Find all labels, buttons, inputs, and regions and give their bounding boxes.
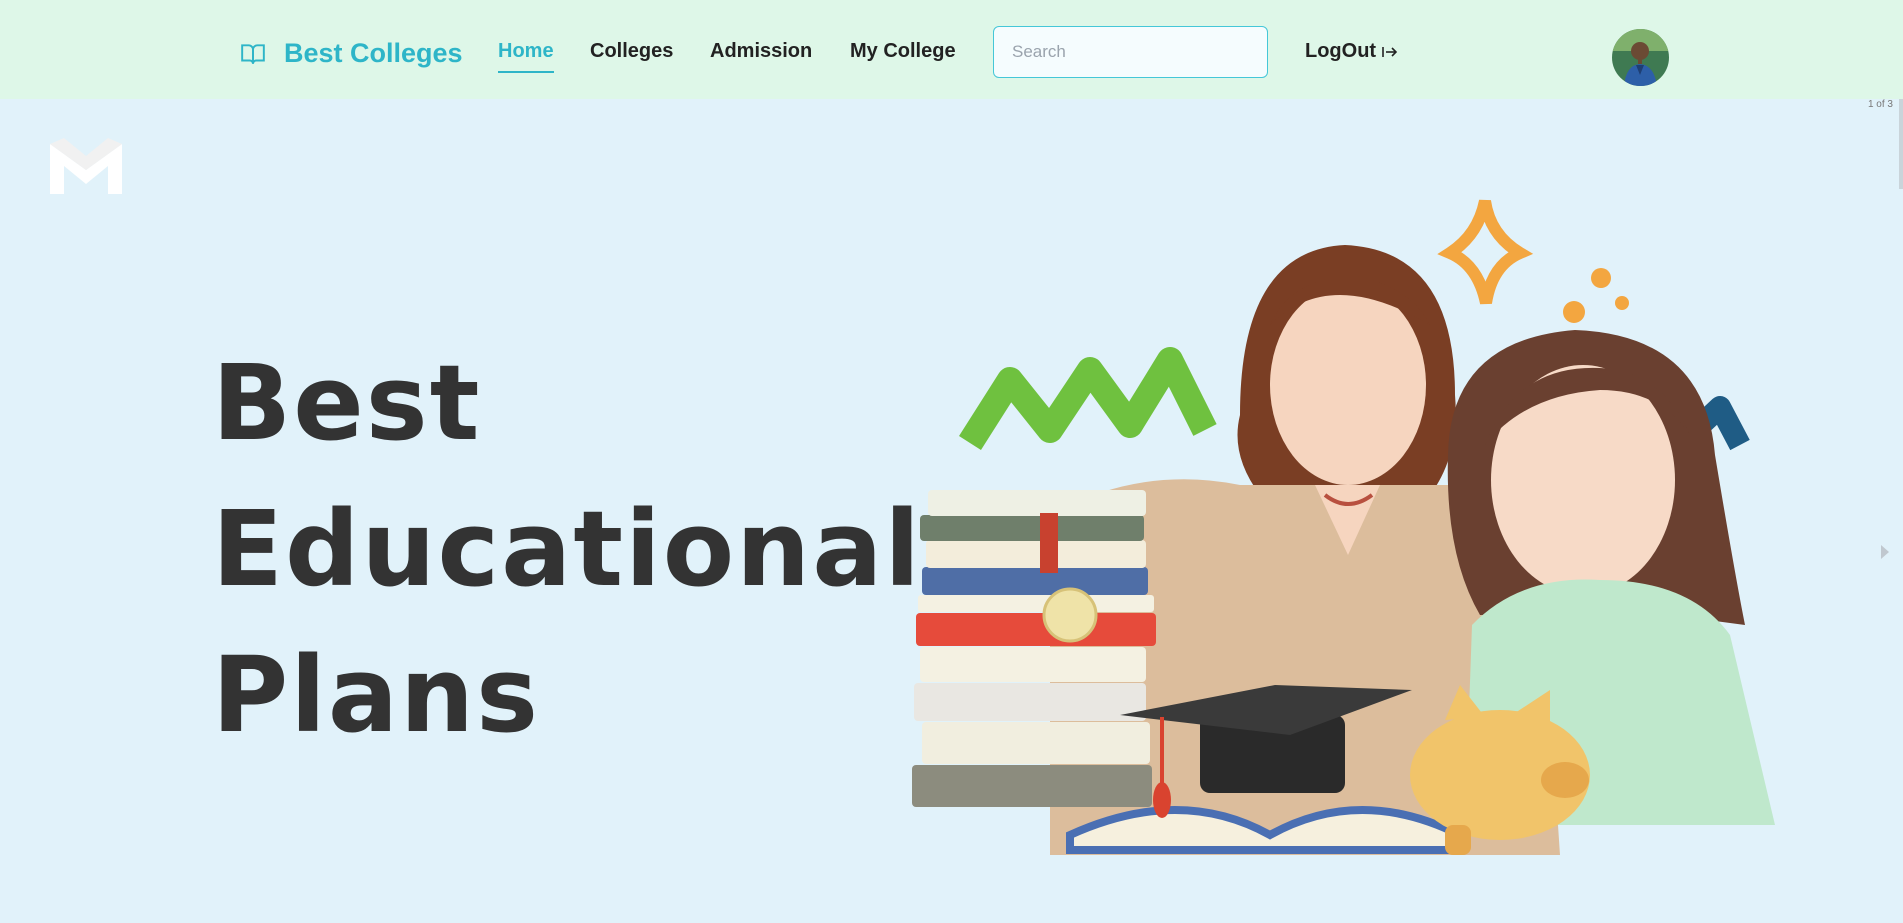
green-zigzag-decoration xyxy=(959,347,1217,450)
hero-illustration xyxy=(912,199,1775,855)
hero-title-line-2: Educational xyxy=(212,488,923,610)
slide-counter: 1 of 3 xyxy=(1867,99,1893,110)
scrollbar[interactable] xyxy=(1899,99,1903,189)
hero-title: Best Educational Plans xyxy=(212,330,922,768)
hero-title-line-3: Plans xyxy=(212,634,540,756)
hero-title-line-1: Best xyxy=(212,342,482,464)
nav-link-home[interactable]: Home xyxy=(498,40,554,63)
search-input[interactable] xyxy=(993,26,1268,78)
book-open-icon xyxy=(241,43,265,64)
logout-button[interactable]: LogOut xyxy=(1305,40,1398,63)
logo-m-icon xyxy=(50,138,122,194)
user-avatar[interactable] xyxy=(1612,29,1669,86)
sparkle-decoration xyxy=(1437,199,1534,305)
top-navbar: Best Colleges Home Colleges Admission My… xyxy=(0,0,1903,99)
nav-link-my-college[interactable]: My College xyxy=(850,40,956,63)
nav-link-colleges[interactable]: Colleges xyxy=(590,40,673,63)
logout-arrow-icon xyxy=(1382,46,1398,57)
nav-link-admission[interactable]: Admission xyxy=(710,40,812,63)
logout-label: LogOut xyxy=(1305,40,1377,62)
carousel-next-icon[interactable] xyxy=(1881,545,1889,559)
active-nav-underline xyxy=(498,71,554,73)
brand-name: Best Colleges xyxy=(284,38,463,68)
brand[interactable]: Best Colleges xyxy=(240,38,463,69)
book-stack xyxy=(912,490,1156,807)
